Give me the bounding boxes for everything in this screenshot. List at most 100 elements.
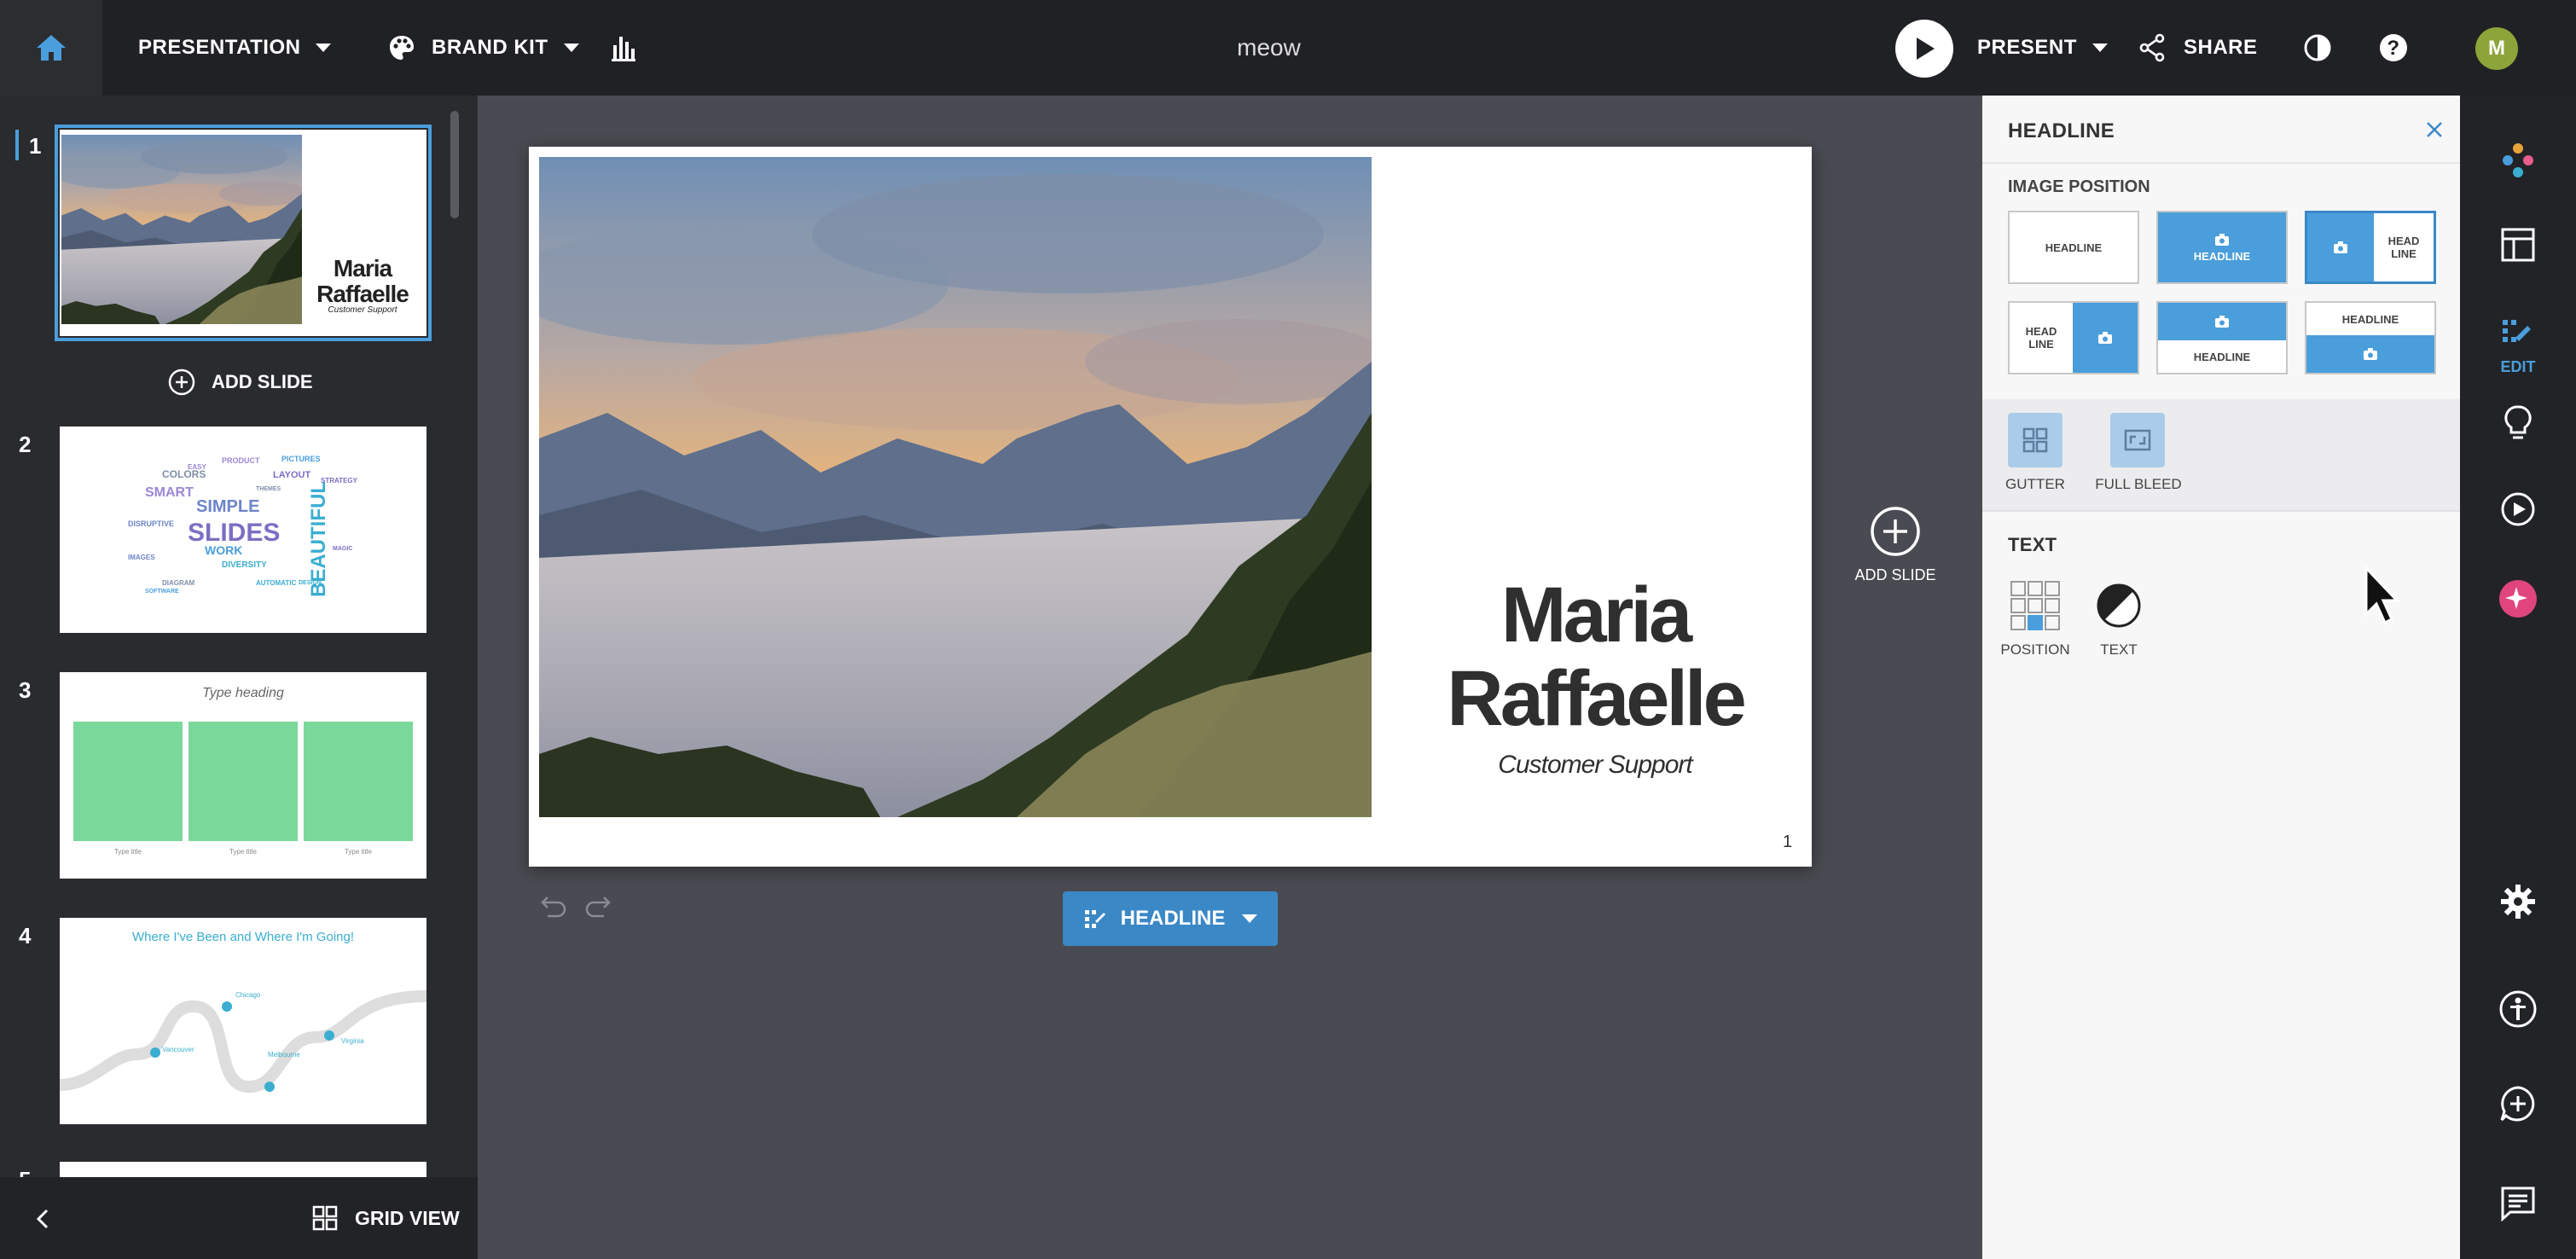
camera-icon — [2215, 233, 2229, 246]
full-bleed-button[interactable] — [2110, 413, 2165, 467]
theme-toggle-button[interactable] — [2303, 0, 2332, 96]
layout-image-bottom[interactable]: HEADLINE — [2305, 301, 2436, 374]
word-cloud-word: DESIGN — [299, 580, 322, 586]
add-comment-icon — [2500, 1086, 2535, 1122]
word-cloud-word: MAGIC — [333, 546, 353, 552]
document-title[interactable]: meow — [1177, 0, 1361, 96]
text-label: TEXT — [2100, 641, 2138, 658]
text-color-button[interactable] — [2095, 582, 2143, 630]
word-cloud-word: DIAGRAM — [162, 579, 195, 587]
gutter-grid-icon — [2022, 427, 2048, 453]
grid-icon — [312, 1205, 338, 1231]
slide-headline[interactable]: Maria Raffaelle — [1382, 573, 1808, 740]
gutter-button[interactable] — [2008, 413, 2063, 467]
mouse-cursor-icon — [2364, 566, 2400, 625]
slide-thumbnail-4[interactable]: Where I've Been and Where I'm Going! Van… — [60, 918, 426, 1124]
redo-icon[interactable] — [583, 896, 612, 918]
text-position-button[interactable] — [2008, 578, 2063, 633]
gutter-label: GUTTER — [2005, 476, 2065, 492]
thumb-card — [304, 722, 413, 841]
timeline-stop: Virginia — [341, 1037, 364, 1045]
slide-page-number: 1 — [1783, 833, 1793, 851]
image-position-label: IMAGE POSITION — [2008, 177, 2150, 196]
analytics-button[interactable] — [609, 0, 638, 96]
plus-circle-icon — [168, 368, 195, 396]
thumb-card-title: Type title — [229, 848, 257, 856]
ai-sparkle-icon — [2499, 580, 2537, 618]
brand-kit-label: BRAND KIT — [432, 36, 548, 59]
word-cloud: SLIDES BEAUTIFUL SIMPLE SMART WORK COLORS LAYO… — [128, 452, 367, 614]
play-circle-icon — [2501, 492, 2535, 526]
active-slide-indicator — [15, 130, 19, 160]
rail-layout-button[interactable] — [2460, 227, 2576, 263]
layout-image-block — [2307, 213, 2374, 281]
help-icon: ? — [2380, 34, 2407, 61]
rail-ideas-button[interactable] — [2460, 404, 2576, 442]
camera-icon — [2334, 241, 2347, 253]
presentation-menu[interactable]: PRESENTATION — [138, 0, 332, 96]
lightbulb-icon — [2504, 405, 2532, 439]
play-icon — [1917, 38, 1935, 60]
contrast-icon — [2304, 34, 2331, 61]
sidebar-add-slide-button[interactable]: ADD SLIDE — [167, 367, 313, 397]
layout-icon — [2501, 228, 2535, 262]
camera-icon — [2364, 348, 2377, 360]
present-menu[interactable]: PRESENT — [1977, 0, 2108, 96]
accessibility-icon — [2499, 990, 2537, 1028]
layout-headline-only[interactable]: HEADLINE — [2008, 211, 2139, 284]
present-play-button[interactable] — [1895, 20, 1953, 78]
layout-image-left-selected[interactable]: HEAD LINE — [2305, 211, 2436, 284]
rail-edit-button[interactable]: EDIT — [2460, 316, 2576, 376]
edit-label: EDIT — [2500, 358, 2536, 375]
layout-image-top[interactable]: HEADLINE — [2156, 301, 2288, 374]
slide-thumbnail-1[interactable]: Maria Raffaelle Customer Support — [60, 130, 426, 336]
grid-view-button[interactable]: GRID VIEW — [312, 1201, 460, 1235]
chevron-down-icon — [1242, 914, 1258, 923]
headline-layout-button[interactable]: HEADLINE — [1063, 891, 1278, 946]
timeline-path — [60, 990, 426, 1093]
layout-image-right[interactable]: HEAD LINE — [2008, 301, 2139, 374]
rail-ai-button[interactable] — [2460, 578, 2576, 619]
timeline-stop: Vancouver — [162, 1046, 194, 1053]
slide-thumbnail-3[interactable]: Type heading Type title Type title Type … — [60, 672, 426, 879]
avatar[interactable]: M — [2475, 27, 2518, 70]
slide-image[interactable] — [539, 157, 1372, 817]
share-button[interactable]: SHARE — [2138, 0, 2258, 96]
word-cloud-word: THEMES — [256, 486, 281, 492]
rail-comments-button[interactable] — [2460, 1186, 2576, 1221]
slide-number: 4 — [19, 923, 32, 949]
rail-add-comment-button[interactable] — [2460, 1085, 2576, 1123]
rail-accessibility-button[interactable] — [2460, 989, 2576, 1029]
word-cloud-word: PICTURES — [281, 455, 321, 463]
full-bleed-icon — [2124, 429, 2151, 451]
rail-play-button[interactable] — [2460, 491, 2576, 527]
full-bleed-label: FULL BLEED — [2095, 476, 2182, 492]
help-button[interactable]: ? — [2378, 0, 2409, 96]
canvas-add-slide-button[interactable]: ADD SLIDE — [1853, 505, 1938, 584]
layout-text-block: HEAD LINE — [2025, 325, 2057, 351]
color-dots-icon — [2503, 143, 2533, 177]
thumb-card — [73, 722, 183, 841]
home-button[interactable] — [0, 0, 102, 96]
rail-settings-button[interactable] — [2460, 884, 2576, 920]
thumb-card-title: Type title — [344, 848, 372, 856]
slide-canvas[interactable]: Maria Raffaelle Customer Support 1 — [529, 147, 1812, 867]
present-label: PRESENT — [1977, 36, 2077, 59]
layout-label: HEADLINE — [2045, 241, 2103, 254]
slide-thumbnail-2[interactable]: SLIDES BEAUTIFUL SIMPLE SMART WORK COLORS LAYO… — [60, 426, 426, 633]
magic-grid-icon — [1084, 910, 1105, 928]
headline-line-2: Raffaelle — [1447, 655, 1747, 742]
layout-image-background[interactable]: HEADLINE — [2156, 211, 2288, 284]
rail-colors-button[interactable] — [2460, 140, 2576, 181]
word-cloud-word: AUTOMATIC — [256, 579, 297, 587]
layout-label: HEADLINE — [2193, 350, 2251, 363]
sidebar-scrollbar[interactable] — [450, 111, 459, 218]
palette-icon — [390, 36, 414, 60]
close-icon[interactable] — [2424, 119, 2445, 140]
word-cloud-word: DISRUPTIVE — [128, 519, 175, 528]
brand-kit-menu[interactable]: BRAND KIT — [387, 0, 579, 96]
layout-text-block: HEAD LINE — [2387, 235, 2420, 260]
undo-icon[interactable] — [539, 896, 568, 918]
slide-subtitle[interactable]: Customer Support — [1382, 751, 1808, 780]
collapse-sidebar-chevron-icon[interactable] — [34, 1208, 53, 1230]
